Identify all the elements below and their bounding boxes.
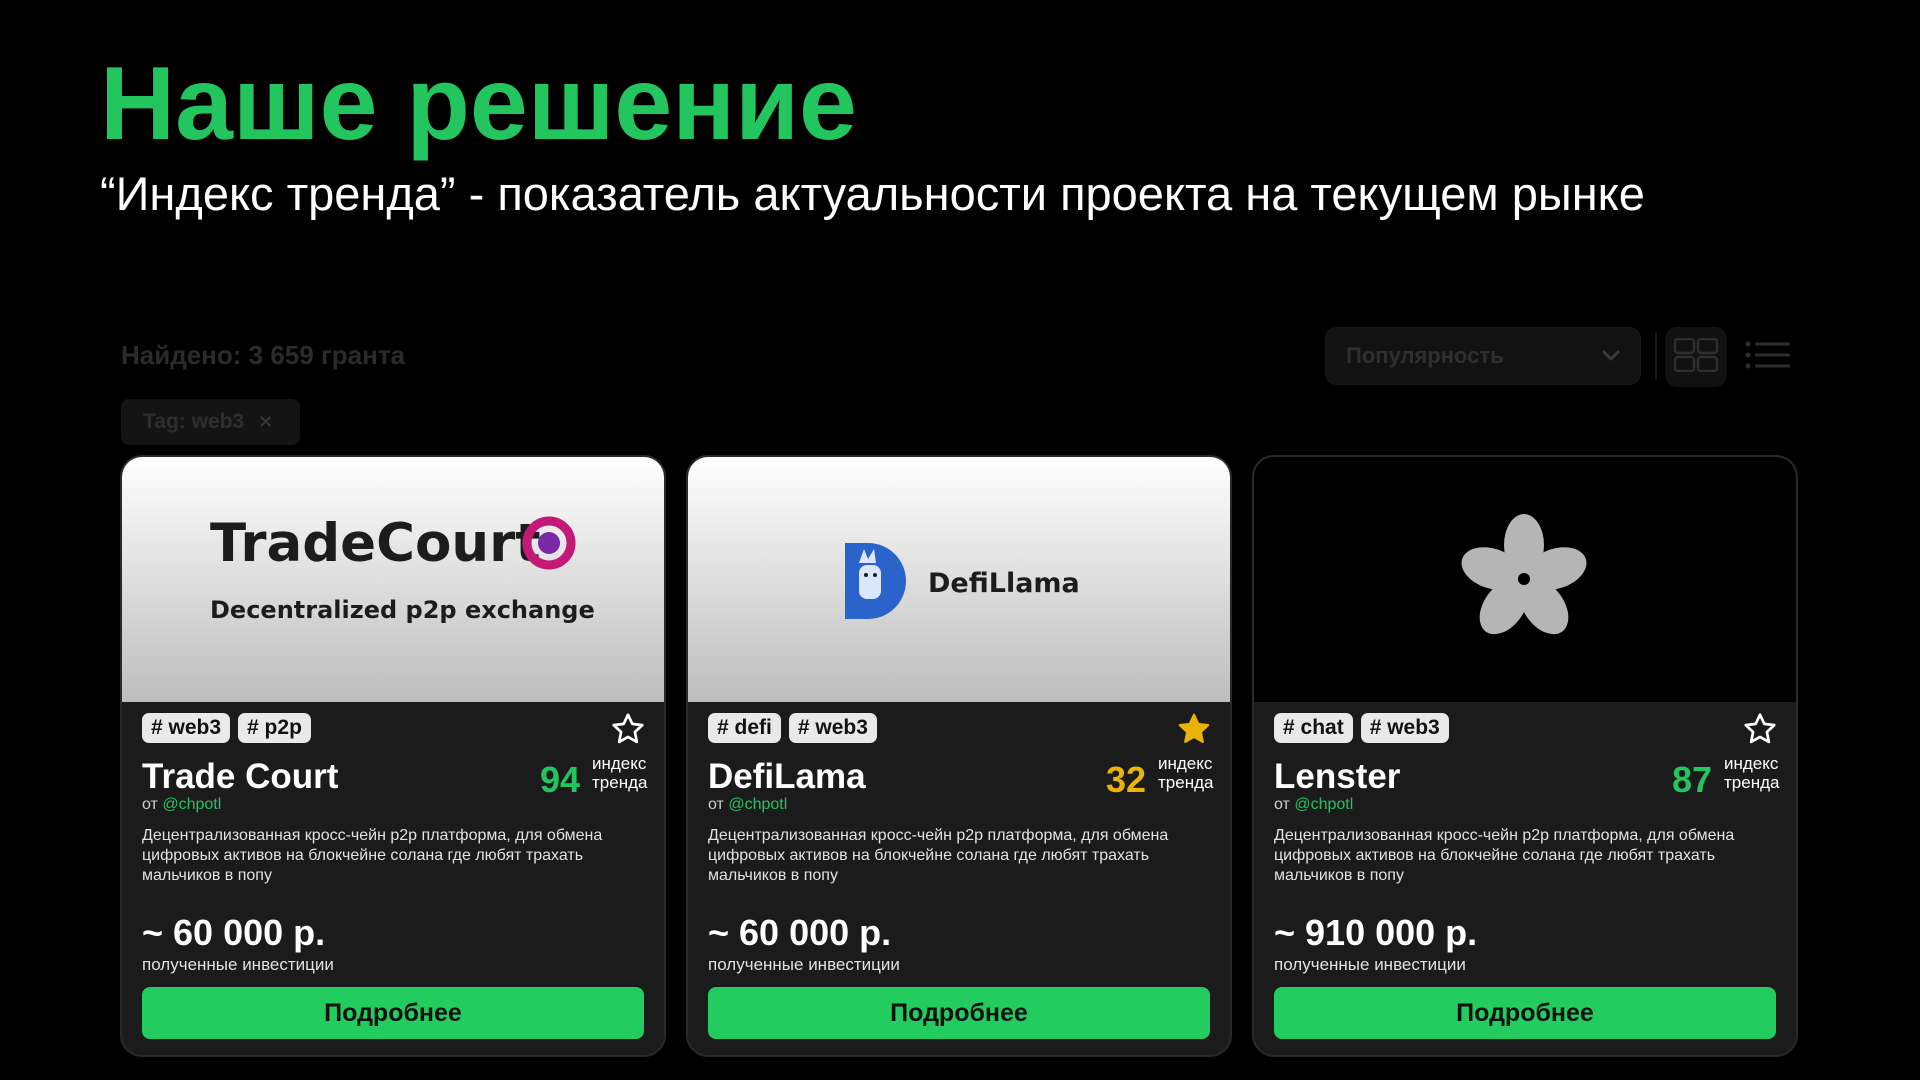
card-author: от @chpotl <box>708 796 787 814</box>
tag-web3[interactable]: # web3 <box>142 713 231 743</box>
trend-label-line2: тренда <box>1158 773 1214 793</box>
card-title[interactable]: DefiLama <box>708 757 866 797</box>
active-filter-label: Tag: web3 <box>143 410 245 433</box>
author-link[interactable]: @chpotl <box>162 796 221 813</box>
list-view-button[interactable] <box>1740 327 1796 387</box>
card-tags: # defi # web3 <box>708 713 877 743</box>
tradecourt-logo-main: TradeCourt <box>210 513 541 574</box>
grid-view-button[interactable] <box>1665 327 1727 387</box>
results-count: Найдено: 3 659 гранта <box>121 340 406 370</box>
card-author: от @chpotl <box>1274 796 1353 814</box>
trend-label-line1: индекс <box>1724 754 1779 773</box>
details-button[interactable]: Подробнее <box>142 987 644 1039</box>
details-button[interactable]: Подробнее <box>1274 987 1776 1039</box>
trend-label-line2: тренда <box>1724 773 1780 793</box>
page-subtitle: “Индекс тренда” - показатель актуальност… <box>100 167 1645 220</box>
tradecourt-logo: TradeCourt Decentralized p2p exchange <box>210 513 595 624</box>
close-icon[interactable]: ✕ <box>258 412 273 433</box>
card-title[interactable]: Trade Court <box>142 757 338 797</box>
card-description: Децентрализованная кросс-чейн p2p платфо… <box>142 827 603 884</box>
tag-web3[interactable]: # web3 <box>1360 713 1449 743</box>
slide: Наше решение “Индекс тренда” - показател… <box>0 0 1920 1080</box>
card-banner: TradeCourt Decentralized p2p exchange <box>122 457 664 702</box>
tag-p2p[interactable]: # p2p <box>238 713 311 743</box>
card-description: Децентрализованная кросс-чейн p2p платфо… <box>1274 827 1735 884</box>
investment-amount: ~ 60 000 р. <box>142 912 326 953</box>
project-card[interactable]: TradeCourt Decentralized p2p exchange # … <box>120 455 666 1057</box>
star-outline-icon[interactable] <box>1742 711 1778 747</box>
sort-select[interactable]: Популярность <box>1325 327 1641 385</box>
investment-label: полученные инвестиции <box>1274 955 1466 974</box>
tradecourt-logo-sub: Decentralized p2p exchange <box>210 596 595 624</box>
card-banner <box>1254 457 1796 702</box>
trend-score: 94 <box>539 759 580 800</box>
project-card[interactable]: # chat # web3 Lenster 87 индекс тренда о… <box>1252 455 1798 1057</box>
author-prefix: от <box>1274 796 1290 813</box>
author-prefix: от <box>708 796 724 813</box>
trend-label-line1: индекс <box>592 754 647 773</box>
card-description: Децентрализованная кросс-чейн p2p платфо… <box>708 827 1169 884</box>
tag-chat[interactable]: # chat <box>1274 713 1353 743</box>
card-banner: DefiLlama <box>688 457 1230 702</box>
list-view-icon <box>1745 341 1791 374</box>
author-link[interactable]: @chpotl <box>728 796 787 813</box>
trend-label: индекс тренда <box>592 754 647 792</box>
defillama-logo: DefiLlama <box>845 543 1080 619</box>
trend-score: 32 <box>1105 759 1146 800</box>
chevron-down-icon <box>1602 346 1620 367</box>
investment-amount: ~ 910 000 р. <box>1274 912 1478 953</box>
author-link[interactable]: @chpotl <box>1294 796 1353 813</box>
details-button[interactable]: Подробнее <box>708 987 1210 1039</box>
lenster-flower-logo <box>1461 514 1587 635</box>
toolbar-divider <box>1655 332 1657 380</box>
active-filter-chip[interactable]: Tag: web3 ✕ <box>121 399 300 445</box>
project-card[interactable]: DefiLlama # defi # web3 DefiLama 32 инде… <box>686 455 1232 1057</box>
investment-amount: ~ 60 000 р. <box>708 912 892 953</box>
card-title[interactable]: Lenster <box>1274 757 1400 797</box>
star-outline-icon[interactable] <box>610 711 646 747</box>
page-title: Наше решение <box>100 46 857 162</box>
author-prefix: от <box>142 796 158 813</box>
trend-label-line1: индекс <box>1158 754 1213 773</box>
card-tags: # chat # web3 <box>1274 713 1449 743</box>
trend-label: индекс тренда <box>1724 754 1779 792</box>
trend-label: индекс тренда <box>1158 754 1213 792</box>
trend-score: 87 <box>1671 759 1712 800</box>
grid-view-icon <box>1673 337 1719 377</box>
tag-defi[interactable]: # defi <box>708 713 781 743</box>
investment-label: полученные инвестиции <box>708 955 900 974</box>
investment-label: полученные инвестиции <box>142 955 334 974</box>
trend-label-line2: тренда <box>592 773 648 793</box>
sort-select-value: Популярность <box>1346 343 1504 368</box>
defillama-logo-text: DefiLlama <box>928 568 1080 599</box>
card-tags: # web3 # p2p <box>142 713 311 743</box>
tag-web3[interactable]: # web3 <box>788 713 877 743</box>
card-author: от @chpotl <box>142 796 221 814</box>
star-filled-icon[interactable] <box>1176 711 1212 747</box>
